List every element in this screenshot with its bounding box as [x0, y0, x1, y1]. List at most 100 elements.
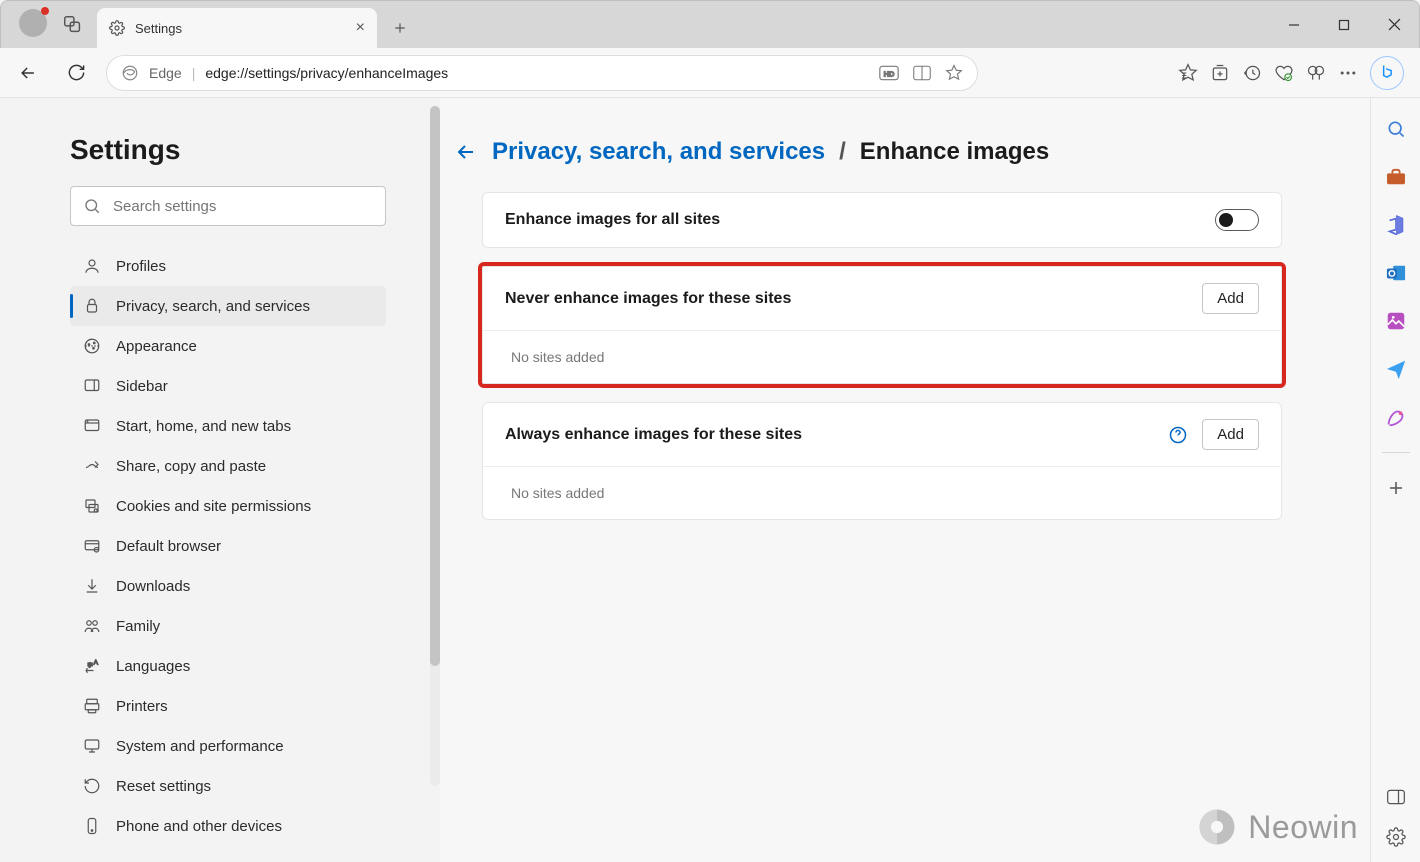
sidebar-outlook-icon[interactable] — [1383, 260, 1409, 286]
profile-avatar[interactable] — [19, 9, 47, 37]
card-enhance-all: Enhance images for all sites — [482, 192, 1282, 248]
nav-item-label: Family — [116, 618, 160, 635]
sidebar-designer-icon[interactable] — [1383, 404, 1409, 430]
gear-icon — [109, 20, 125, 36]
sidebar-search-icon[interactable] — [1383, 116, 1409, 142]
nav-item-reset-settings[interactable]: Reset settings — [70, 766, 386, 806]
nav-item-icon — [82, 456, 102, 476]
omnibox-actions: HD — [879, 64, 963, 82]
nav-item-icon — [82, 736, 102, 756]
settings-search[interactable] — [70, 186, 386, 226]
sidebar-scrollbar[interactable] — [430, 106, 440, 786]
nav-item-icon — [82, 376, 102, 396]
sidebar-settings-icon[interactable] — [1383, 824, 1409, 850]
window-controls — [1269, 1, 1419, 48]
address-bar[interactable]: Edge | edge://settings/privacy/enhanceIm… — [106, 55, 978, 91]
nav-item-printers[interactable]: Printers — [70, 686, 386, 726]
history-icon[interactable] — [1242, 63, 1262, 83]
tab-close-icon[interactable]: × — [356, 19, 365, 37]
content-area: Settings ProfilesPrivacy, search, and se… — [0, 98, 1420, 862]
collections-icon[interactable] — [1210, 63, 1230, 83]
browser-toolbar: Edge | edge://settings/privacy/enhanceIm… — [0, 48, 1420, 98]
sidebar-image-creator-icon[interactable] — [1383, 308, 1409, 334]
nav-item-icon — [82, 576, 102, 596]
nav-item-system-and-performance[interactable]: System and performance — [70, 726, 386, 766]
tab-settings[interactable]: Settings × — [97, 8, 377, 48]
svg-text:字: 字 — [88, 661, 93, 669]
nav-item-icon — [82, 696, 102, 716]
nav-item-label: Default browser — [116, 538, 221, 555]
sidebar-drop-icon[interactable] — [1383, 356, 1409, 382]
omnibox-url: edge://settings/privacy/enhanceImages — [205, 65, 448, 81]
omnibox-app-label: Edge — [149, 65, 182, 81]
svg-text:A: A — [94, 660, 99, 667]
nav-item-start-home-and-new-tabs[interactable]: Start, home, and new tabs — [70, 406, 386, 446]
workspaces-icon[interactable] — [61, 13, 85, 37]
nav-item-sidebar[interactable]: Sidebar — [70, 366, 386, 406]
breadcrumb-parent-link[interactable]: Privacy, search, and services — [492, 138, 825, 166]
svg-text:HD: HD — [884, 69, 895, 78]
tab-title: Settings — [135, 21, 182, 36]
nav-item-profiles[interactable]: Profiles — [70, 246, 386, 286]
maximize-button[interactable] — [1319, 1, 1369, 48]
split-screen-icon[interactable] — [913, 65, 931, 81]
edge-logo-icon — [121, 64, 139, 82]
rewards-icon[interactable] — [1306, 63, 1326, 83]
favorite-star-icon[interactable] — [945, 64, 963, 82]
nav-item-label: System and performance — [116, 738, 284, 755]
minimize-button[interactable] — [1269, 1, 1319, 48]
bing-chat-button[interactable] — [1370, 56, 1404, 90]
nav-item-label: Sidebar — [116, 378, 168, 395]
help-icon[interactable] — [1168, 425, 1188, 445]
performance-heart-icon[interactable] — [1274, 63, 1294, 83]
sidebar-tools-icon[interactable] — [1383, 164, 1409, 190]
close-window-button[interactable] — [1369, 1, 1419, 48]
sidebar-office-icon[interactable] — [1383, 212, 1409, 238]
nav-item-family[interactable]: Family — [70, 606, 386, 646]
nav-item-label: Profiles — [116, 258, 166, 275]
nav-item-label: Start, home, and new tabs — [116, 418, 291, 435]
nav-item-label: Privacy, search, and services — [116, 298, 310, 315]
breadcrumb-current: Enhance images — [860, 138, 1049, 166]
nav-item-phone-and-other-devices[interactable]: Phone and other devices — [70, 806, 386, 846]
favorites-icon[interactable] — [1178, 63, 1198, 83]
card-always-enhance: Always enhance images for these sites Ad… — [482, 402, 1282, 520]
nav-item-icon — [82, 336, 102, 356]
settings-search-input[interactable] — [113, 198, 373, 215]
hd-icon[interactable]: HD — [879, 65, 899, 81]
nav-item-label: Printers — [116, 698, 168, 715]
nav-item-privacy-search-and-services[interactable]: Privacy, search, and services — [70, 286, 386, 326]
breadcrumb-separator: / — [839, 138, 846, 166]
card-title: Never enhance images for these sites — [505, 290, 791, 308]
nav-item-icon — [82, 536, 102, 556]
nav-item-default-browser[interactable]: Default browser — [70, 526, 386, 566]
nav-item-share-copy-and-paste[interactable]: Share, copy and paste — [70, 446, 386, 486]
sidebar-separator — [1382, 452, 1410, 453]
enhance-all-toggle[interactable] — [1215, 209, 1259, 231]
new-tab-button[interactable] — [383, 11, 417, 45]
nav-item-downloads[interactable]: Downloads — [70, 566, 386, 606]
back-button[interactable] — [10, 55, 46, 91]
nav-item-label: Appearance — [116, 338, 197, 355]
breadcrumb-back-icon[interactable] — [454, 140, 478, 164]
nav-item-label: Reset settings — [116, 778, 211, 795]
never-add-button[interactable]: Add — [1202, 283, 1259, 314]
always-add-button[interactable]: Add — [1202, 419, 1259, 450]
nav-item-languages[interactable]: A字 Languages — [70, 646, 386, 686]
neowin-logo-icon — [1196, 806, 1238, 848]
nav-item-label: Phone and other devices — [116, 818, 282, 835]
nav-item-label: Share, copy and paste — [116, 458, 266, 475]
search-icon — [83, 197, 101, 215]
toggle-knob-icon — [1219, 213, 1233, 227]
nav-item-icon — [82, 256, 102, 276]
refresh-button[interactable] — [58, 55, 94, 91]
sidebar-toggle-icon[interactable] — [1383, 784, 1409, 810]
sidebar-add-icon[interactable] — [1383, 475, 1409, 501]
nav-item-appearance[interactable]: Appearance — [70, 326, 386, 366]
nav-item-label: Cookies and site permissions — [116, 498, 311, 515]
menu-dots-icon[interactable] — [1338, 63, 1358, 83]
nav-item-cookies-and-site-permissions[interactable]: Cookies and site permissions — [70, 486, 386, 526]
nav-item-label: Languages — [116, 658, 190, 675]
never-empty-text: No sites added — [483, 330, 1281, 383]
scrollbar-thumb[interactable] — [430, 106, 440, 666]
